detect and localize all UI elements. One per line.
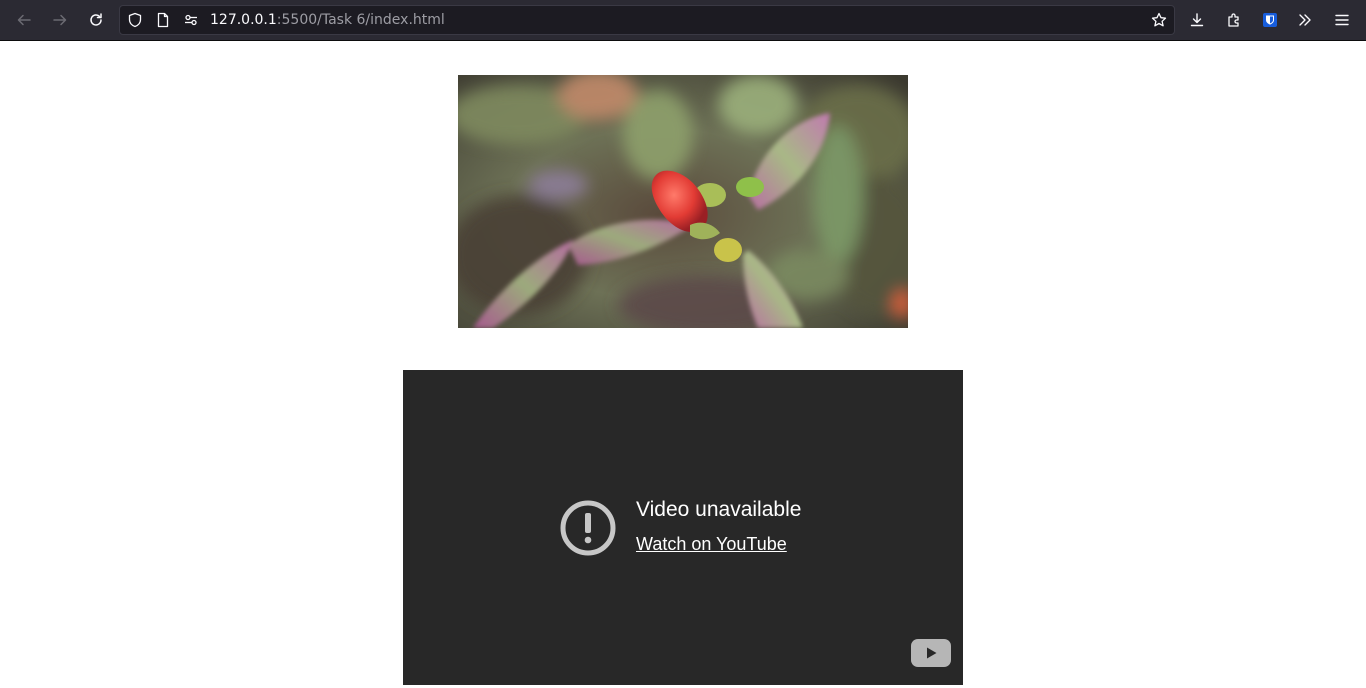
browser-toolbar: 127.0.0.1:5500/Task 6/index.html <box>0 0 1366 41</box>
back-button[interactable] <box>10 6 38 34</box>
bitwarden-button[interactable] <box>1256 6 1284 34</box>
download-icon <box>1190 13 1204 27</box>
back-icon <box>17 14 31 26</box>
downloads-button[interactable] <box>1183 6 1211 34</box>
overflow-button[interactable] <box>1291 6 1319 34</box>
bookmark-star-icon[interactable] <box>1151 12 1167 28</box>
extensions-button[interactable] <box>1220 6 1248 34</box>
reload-button[interactable] <box>82 6 110 34</box>
reload-icon <box>90 13 102 26</box>
alert-icon <box>560 500 616 556</box>
bitwarden-icon <box>1263 13 1277 27</box>
menu-icon <box>1335 14 1349 26</box>
youtube-embed[interactable]: Video unavailable Watch on YouTube <box>403 370 963 685</box>
forward-button[interactable] <box>46 6 74 34</box>
address-bar[interactable]: 127.0.0.1:5500/Task 6/index.html <box>119 5 1175 35</box>
page-icon[interactable] <box>155 12 171 28</box>
video-error-title: Video unavailable <box>636 498 802 521</box>
watch-on-youtube-link[interactable]: Watch on YouTube <box>636 533 787 555</box>
app-menu-button[interactable] <box>1328 6 1356 34</box>
shield-icon[interactable] <box>127 12 143 28</box>
url-path: :5500/Task 6/index.html <box>276 12 445 28</box>
url-text[interactable]: 127.0.0.1:5500/Task 6/index.html <box>210 11 445 29</box>
forward-icon <box>53 14 67 26</box>
extensions-icon <box>1228 13 1239 27</box>
url-host: 127.0.0.1 <box>210 12 277 28</box>
flower-image <box>458 75 908 328</box>
permissions-icon[interactable] <box>183 12 199 28</box>
overflow-chevron-icon <box>1299 14 1311 26</box>
youtube-logo-icon[interactable] <box>911 639 951 667</box>
